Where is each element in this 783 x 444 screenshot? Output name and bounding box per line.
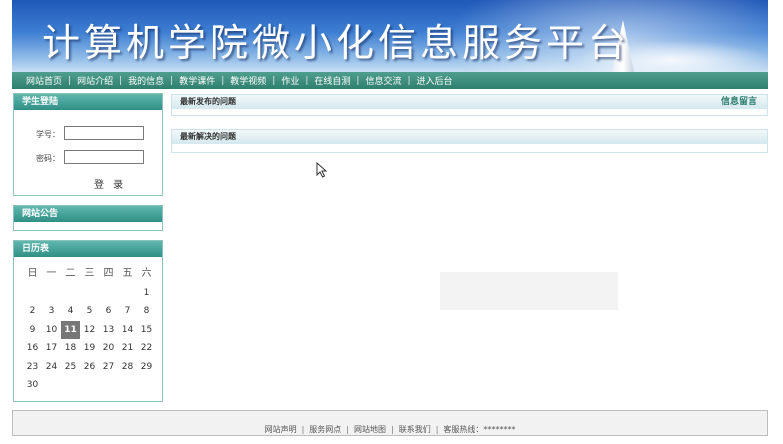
nav-separator: | (407, 75, 411, 86)
nav-item-7[interactable]: 信息交流 (365, 74, 401, 87)
nav-separator: | (68, 75, 72, 86)
calendar-day-cell[interactable]: 15 (137, 321, 156, 340)
footer-separator: | (346, 425, 349, 434)
site-banner: 计算机学院微小化信息服务平台 (12, 0, 768, 72)
footer-separator: | (391, 425, 394, 434)
password-row: 密码： (14, 150, 164, 166)
calendar-day-cell[interactable]: 23 (23, 358, 42, 377)
calendar-day-cell[interactable]: 19 (80, 339, 99, 358)
nav-item-8[interactable]: 进入后台 (417, 74, 453, 87)
calendar-day-cell[interactable]: 29 (137, 358, 156, 377)
calendar-weekday: 六 (141, 268, 152, 279)
site-footer: 网站声明 | 服务网点 | 网站地图 | 联系我们 | 客服热线：******** (12, 410, 768, 436)
nav-separator: | (356, 75, 360, 86)
calendar-day-cell[interactable]: 9 (23, 321, 42, 340)
nav-separator: | (305, 75, 309, 86)
nav-separator: | (221, 75, 225, 86)
footer-link-2[interactable]: 网站地图 (354, 425, 386, 434)
calendar-weekday: 三 (84, 268, 95, 279)
footer-link-1[interactable]: 服务网点 (309, 425, 341, 434)
calendar-day-cell[interactable]: 17 (42, 339, 61, 358)
latest-solved-section: 最新解决的问题 (171, 129, 768, 153)
calendar-empty-cell (99, 284, 118, 303)
calendar-empty-cell (42, 284, 61, 303)
password-input[interactable] (64, 150, 144, 164)
nav-item-6[interactable]: 在线自测 (314, 74, 350, 87)
calendar-day-cell[interactable]: 27 (99, 358, 118, 377)
student-id-label: 学号： (36, 130, 60, 139)
mouse-pointer-icon (316, 162, 328, 178)
calendar-weekday: 日 (27, 268, 38, 279)
notice-panel-title: 网站公告 (14, 206, 162, 222)
calendar-panel: 日历表 日一二三四五六 1 2 3 4 5 6 7 8 9 10 11 12 13 14 15 16 17 18 19… (13, 240, 163, 402)
calendar-day-cell[interactable]: 22 (137, 339, 156, 358)
message-board-link[interactable]: 信息留言 (721, 95, 757, 109)
nav-item-2[interactable]: 我的信息 (128, 74, 164, 87)
calendar-weekday: 二 (65, 268, 76, 279)
footer-link-3[interactable]: 联系我们 (399, 425, 431, 434)
latest-solved-header: 最新解决的问题 (172, 130, 767, 144)
background-ghost-shape (440, 272, 618, 310)
calendar-panel-title: 日历表 (14, 241, 162, 257)
calendar-day-cell[interactable]: 12 (80, 321, 99, 340)
login-button[interactable]: 登 录 (94, 176, 126, 191)
calendar-empty-cell (80, 284, 99, 303)
calendar-weekday: 四 (103, 268, 114, 279)
calendar-day-cell[interactable]: 8 (137, 302, 156, 321)
latest-posted-section: 最新发布的问题 信息留言 (171, 94, 768, 116)
calendar-day-cell[interactable]: 7 (118, 302, 137, 321)
footer-separator: | (301, 425, 305, 434)
calendar-weekday: 五 (122, 268, 133, 279)
nav-separator: | (170, 75, 174, 86)
nav-item-1[interactable]: 网站介绍 (77, 74, 113, 87)
calendar-day-cell[interactable]: 13 (99, 321, 118, 340)
calendar-day-cell[interactable]: 21 (118, 339, 137, 358)
calendar-day-cell[interactable]: 24 (42, 358, 61, 377)
password-label: 密码： (36, 154, 60, 163)
calendar-weekday: 一 (46, 268, 57, 279)
main-nav: 网站首页 | 网站介绍 | 我的信息 | 教学课件 | 教学视频 | 作业 | 在线自测 | 信息交流 | 进入… (12, 72, 768, 89)
nav-item-0[interactable]: 网站首页 (26, 74, 62, 87)
nav-item-5[interactable]: 作业 (281, 74, 299, 87)
nav-item-4[interactable]: 教学视频 (230, 74, 266, 87)
nav-separator: | (272, 75, 276, 86)
calendar-day-cell[interactable]: 2 (23, 302, 42, 321)
calendar-day-cell[interactable]: 5 (80, 302, 99, 321)
footer-separator: | (435, 425, 439, 434)
footer-hotline: 客服热线：******** (443, 425, 516, 434)
calendar-day-cell[interactable]: 20 (99, 339, 118, 358)
site-notice-panel: 网站公告 (13, 205, 163, 231)
calendar-day-cell[interactable]: 26 (80, 358, 99, 377)
calendar-empty-cell (61, 284, 80, 303)
calendar-day-cell[interactable]: 28 (118, 358, 137, 377)
nav-separator: | (119, 75, 123, 86)
nav-item-3[interactable]: 教学课件 (179, 74, 215, 87)
student-id-row: 学号： (14, 126, 164, 142)
calendar-grid: 日一二三四五六 1 2 3 4 5 6 7 8 9 10 11 12 13 14 15 16 17 18 19 20 21… (23, 265, 158, 395)
calendar-day-cell[interactable]: 25 (61, 358, 80, 377)
latest-posted-header: 最新发布的问题 信息留言 (172, 95, 767, 109)
calendar-day-cell[interactable]: 6 (99, 302, 118, 321)
calendar-empty-cell (23, 284, 42, 303)
calendar-day-cell[interactable]: 3 (42, 302, 61, 321)
calendar-day-cell[interactable]: 10 (42, 321, 61, 340)
student-login-panel: 学生登陆 学号： 密码： 登 录 (13, 93, 163, 196)
latest-posted-title: 最新发布的问题 (180, 97, 236, 106)
latest-solved-title: 最新解决的问题 (180, 132, 236, 141)
calendar-day-cell[interactable]: 16 (23, 339, 42, 358)
calendar-day-cell[interactable]: 14 (118, 321, 137, 340)
calendar-today-cell[interactable]: 11 (61, 320, 80, 339)
calendar-day-cell[interactable]: 18 (61, 339, 80, 358)
login-panel-title: 学生登陆 (14, 94, 162, 110)
footer-link-0[interactable]: 网站声明 (265, 425, 297, 434)
calendar-day-cell[interactable]: 30 (23, 376, 42, 395)
calendar-empty-cell (118, 284, 137, 303)
calendar-day-cell[interactable]: 4 (61, 302, 80, 321)
site-title: 计算机学院微小化信息服务平台 (42, 21, 631, 65)
calendar-day-cell[interactable]: 1 (137, 284, 156, 303)
student-id-input[interactable] (64, 126, 144, 140)
